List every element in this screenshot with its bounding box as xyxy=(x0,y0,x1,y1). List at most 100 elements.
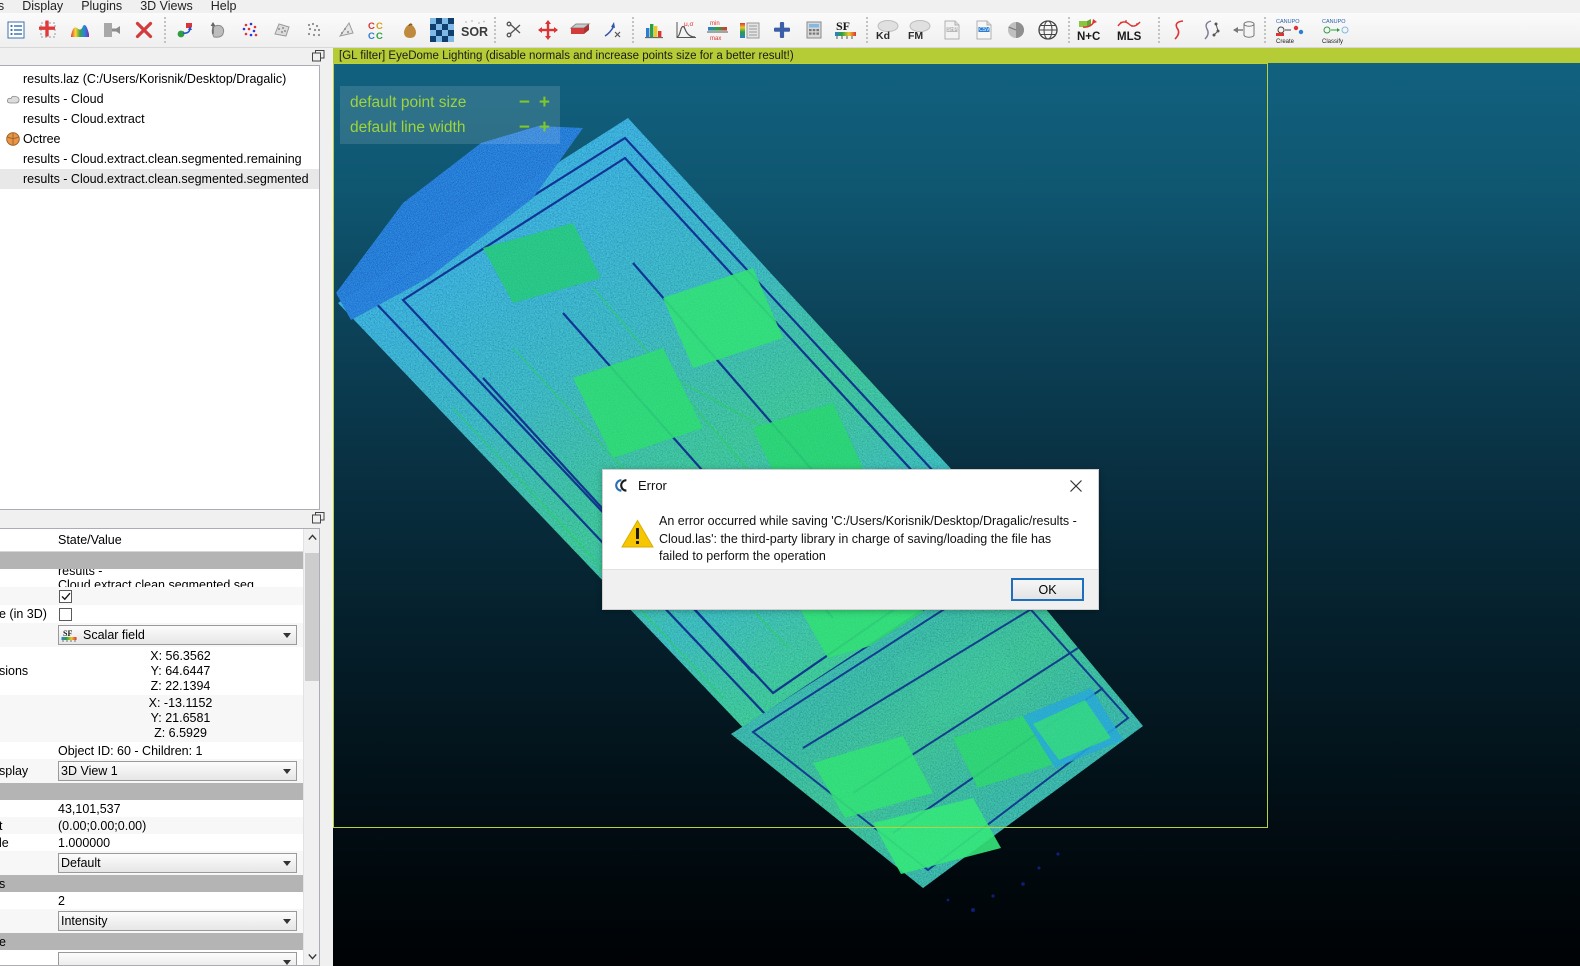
property-value: Intensity xyxy=(54,909,303,933)
tree-item-segmented-segmented[interactable]: results - Cloud.extract.clean.segmented.… xyxy=(0,169,319,189)
colors-combo[interactable]: SF Scalar field xyxy=(58,625,297,645)
svg-text:C: C xyxy=(368,31,375,41)
shp-file-icon[interactable]: SHP xyxy=(937,15,967,45)
min-max-gradient-icon[interactable]: minmax xyxy=(703,15,733,45)
crop-box-icon[interactable] xyxy=(565,15,595,45)
menu-item-help[interactable]: Help xyxy=(202,0,246,13)
db-tree-list-icon[interactable] xyxy=(1,15,31,45)
kd-tree-icon[interactable]: Kd xyxy=(873,15,903,45)
tree-item-results-cloud[interactable]: results - Cloud xyxy=(0,89,319,109)
add-selection-cross-icon[interactable] xyxy=(33,15,63,45)
float-window-icon[interactable] xyxy=(312,50,325,62)
scroll-up-icon[interactable] xyxy=(304,529,319,546)
section-value xyxy=(54,933,303,950)
tree-item-results-cloud-extract[interactable]: results - Cloud.extract xyxy=(0,109,319,129)
section-value xyxy=(54,783,303,800)
translate-rotate-icon[interactable] xyxy=(533,15,563,45)
curve-red-icon[interactable] xyxy=(1165,15,1195,45)
menu-item-tools[interactable]: Tools xyxy=(0,0,13,13)
cloudcompare-window: Tools Display Plugins 3D Views Help xyxy=(0,0,1580,966)
property-key xyxy=(0,742,54,759)
canupo-classify-icon[interactable]: CANUPOClassify xyxy=(1317,15,1361,45)
color-scale-combo[interactable] xyxy=(58,952,297,965)
scroll-down-icon[interactable] xyxy=(304,948,319,965)
gl-filter-banner: [GL filter] EyeDome Lighting (disable no… xyxy=(333,48,1580,63)
toolbar-separator xyxy=(632,17,634,43)
globe-icon[interactable] xyxy=(1033,15,1063,45)
point-size-increase-button[interactable]: + xyxy=(539,92,550,114)
section-key: s xyxy=(0,875,54,892)
property-row-dimensions: sions X: 56.3562 Y: 64.6447 Z: 22.1394 xyxy=(0,647,303,695)
scissors-segment-icon[interactable] xyxy=(501,15,531,45)
canupo-create-icon[interactable]: CANUPOCreate xyxy=(1271,15,1315,45)
property-row-sf-count: 2 xyxy=(0,892,303,909)
property-key xyxy=(0,587,54,605)
calculator-icon[interactable] xyxy=(799,15,829,45)
toolbar-separator xyxy=(1068,17,1070,43)
visible-checkbox[interactable] xyxy=(59,590,72,603)
checkerboard-icon[interactable] xyxy=(427,15,457,45)
fm-icon[interactable]: FM xyxy=(905,15,935,45)
csv-file-icon[interactable]: CSV xyxy=(969,15,999,45)
export-arrow-icon[interactable] xyxy=(97,15,127,45)
mesh-from-cloud-icon[interactable] xyxy=(331,15,361,45)
svg-text:CANUPO: CANUPO xyxy=(1322,19,1346,25)
svg-text:MLS: MLS xyxy=(1117,31,1142,42)
property-row-points: 43,101,537 xyxy=(0,800,303,817)
property-key xyxy=(0,950,54,965)
normals-compute-icon[interactable] xyxy=(203,15,233,45)
tree-item-segmented-remaining[interactable]: results - Cloud.extract.clean.segmented.… xyxy=(0,149,319,169)
tree-item-octree[interactable]: Octree xyxy=(0,129,319,149)
svg-text:SF: SF xyxy=(836,19,850,33)
svg-text:Create: Create xyxy=(1276,39,1295,45)
point-size-combo[interactable]: Default xyxy=(58,853,297,873)
curve-points-icon[interactable] xyxy=(1197,15,1227,45)
cloud-points-icon[interactable] xyxy=(235,15,265,45)
ok-button[interactable]: OK xyxy=(1011,578,1084,601)
float-window-icon[interactable] xyxy=(312,512,325,524)
sor-filter-icon[interactable]: SOR xyxy=(459,15,489,45)
property-key xyxy=(0,909,54,933)
menu-item-display[interactable]: Display xyxy=(13,0,72,13)
section-key: e xyxy=(0,933,54,950)
property-value xyxy=(54,950,303,965)
menu-item-plugins[interactable]: Plugins xyxy=(72,0,131,13)
unroll-icon[interactable] xyxy=(1229,15,1259,45)
mesh-sample-icon[interactable] xyxy=(267,15,297,45)
property-value xyxy=(54,605,303,623)
current-display-combo[interactable]: 3D View 1 xyxy=(58,761,297,781)
close-icon[interactable] xyxy=(1053,470,1098,501)
line-width-increase-button[interactable]: + xyxy=(539,117,550,139)
mls-icon[interactable]: MLS xyxy=(1115,15,1153,45)
registration-align-icon[interactable] xyxy=(171,15,201,45)
sphere-fit-icon[interactable] xyxy=(1001,15,1031,45)
line-width-decrease-button[interactable]: − xyxy=(519,117,530,139)
property-value: 3D View 1 xyxy=(54,759,303,783)
active-sf-combo[interactable]: Intensity xyxy=(58,911,297,931)
n-plus-c-icon[interactable]: N+C xyxy=(1075,15,1113,45)
histogram-icon[interactable] xyxy=(639,15,669,45)
colors-rainbow-icon[interactable] xyxy=(65,15,95,45)
subsample-icon[interactable] xyxy=(299,15,329,45)
point-size-decrease-button[interactable]: − xyxy=(519,92,530,114)
property-row-center: X: -13.1152 Y: 21.6581 Z: 6.5929 xyxy=(0,695,303,742)
properties-section-cloud xyxy=(0,783,303,800)
sf-colorscale-icon[interactable]: SF xyxy=(831,15,861,45)
menu-item-3d-views[interactable]: 3D Views xyxy=(131,0,202,13)
show-name-checkbox[interactable] xyxy=(59,608,72,621)
scalar-field-palette-icon[interactable] xyxy=(735,15,765,45)
properties-header-state-value: State/Value xyxy=(54,533,122,547)
gaussian-filter-icon[interactable]: μ,σ xyxy=(671,15,701,45)
cc-cc-distance-icon[interactable]: CCCC xyxy=(363,15,393,45)
chevron-down-icon xyxy=(283,633,291,638)
active-sf-value: Intensity xyxy=(61,914,108,928)
properties-scrollbar[interactable] xyxy=(303,529,319,965)
delete-cross-icon[interactable] xyxy=(129,15,159,45)
point-pick-icon[interactable] xyxy=(597,15,627,45)
tree-item-results-laz[interactable]: results.laz (C:/Users/Korisnik/Desktop/D… xyxy=(0,69,319,89)
svg-text:min: min xyxy=(710,21,720,27)
scrollbar-thumb[interactable] xyxy=(305,553,319,681)
colors-combo-value: Scalar field xyxy=(83,628,145,642)
plus-blue-icon[interactable] xyxy=(767,15,797,45)
bag-statistics-icon[interactable] xyxy=(395,15,425,45)
